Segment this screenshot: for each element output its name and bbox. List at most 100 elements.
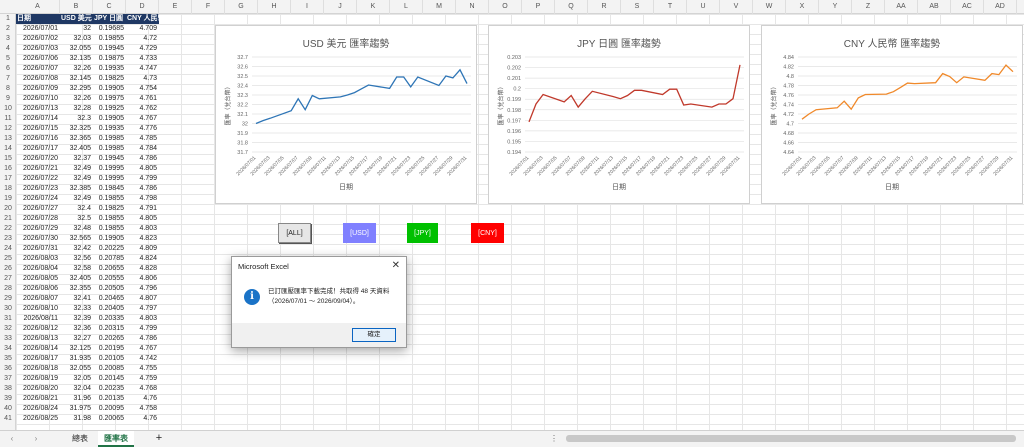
table-cell[interactable]: 2026/07/06 xyxy=(16,54,60,64)
row-header[interactable]: 8 xyxy=(0,84,16,94)
table-cell[interactable]: 32.325 xyxy=(60,124,93,134)
table-cell[interactable]: 2026/07/09 xyxy=(16,84,60,94)
table-cell[interactable]: 32.27 xyxy=(60,334,93,344)
table-cell[interactable]: 0.20065 xyxy=(93,414,126,424)
close-icon[interactable]: ✕ xyxy=(392,260,400,271)
table-cell[interactable]: 32.405 xyxy=(60,274,93,284)
table-cell[interactable]: 2026/08/21 xyxy=(16,394,60,404)
row-header[interactable]: 31 xyxy=(0,314,16,324)
row-header[interactable]: 12 xyxy=(0,124,16,134)
table-cell[interactable]: 31.935 xyxy=(60,354,93,364)
row-header[interactable]: 3 xyxy=(0,34,16,44)
table-cell[interactable]: 32.28 xyxy=(60,104,93,114)
table-cell[interactable]: 32.4 xyxy=(60,204,93,214)
row-header[interactable]: 39 xyxy=(0,394,16,404)
row-header[interactable]: 10 xyxy=(0,104,16,114)
table-cell[interactable]: 0.19845 xyxy=(93,184,126,194)
table-cell[interactable]: 2026/07/31 xyxy=(16,244,60,254)
column-header-K[interactable]: K xyxy=(357,0,390,14)
table-cell[interactable]: 0.19995 xyxy=(93,174,126,184)
table-cell[interactable]: 32.365 xyxy=(60,134,93,144)
table-cell[interactable]: 32.39 xyxy=(60,314,93,324)
table-cell[interactable]: 2026/07/03 xyxy=(16,44,60,54)
row-header[interactable]: 29 xyxy=(0,294,16,304)
table-cell[interactable]: 32.26 xyxy=(60,94,93,104)
row-header[interactable]: 25 xyxy=(0,254,16,264)
table-cell[interactable]: 0.19945 xyxy=(93,44,126,54)
table-cell[interactable]: 4.742 xyxy=(126,354,159,364)
chart-2[interactable]: CNY 人民幣 匯率趨勢 日期 4.84 4.82 4.8 4.78 4.76 4.74 4.7… xyxy=(761,25,1023,204)
column-header-R[interactable]: R xyxy=(588,0,621,14)
row-header[interactable]: 38 xyxy=(0,384,16,394)
row-header[interactable]: 27 xyxy=(0,274,16,284)
table-cell[interactable]: 4.805 xyxy=(126,164,159,174)
table-cell[interactable]: 2026/08/13 xyxy=(16,334,60,344)
horizontal-scrollbar[interactable] xyxy=(566,435,1016,442)
table-cell[interactable]: 32.04 xyxy=(60,384,93,394)
table-cell[interactable]: 4.729 xyxy=(126,44,159,54)
table-cell[interactable]: 2026/07/08 xyxy=(16,74,60,84)
table-cell[interactable]: 32.3 xyxy=(60,114,93,124)
table-cell[interactable]: 0.19905 xyxy=(93,234,126,244)
table-cell[interactable]: 32.405 xyxy=(60,144,93,154)
table-cell[interactable]: 32.355 xyxy=(60,284,93,294)
table-cell[interactable]: 2026/08/24 xyxy=(16,404,60,414)
table-cell[interactable]: 4.809 xyxy=(126,244,159,254)
table-cell[interactable]: 2026/07/23 xyxy=(16,184,60,194)
table-cell[interactable]: 0.20315 xyxy=(93,324,126,334)
table-cell[interactable]: 4.758 xyxy=(126,404,159,414)
column-header-T[interactable]: T xyxy=(654,0,687,14)
table-cell[interactable]: 2026/08/04 xyxy=(16,264,60,274)
table-cell[interactable]: 4.797 xyxy=(126,304,159,314)
table-cell[interactable]: 32.41 xyxy=(60,294,93,304)
table-cell[interactable]: 0.20225 xyxy=(93,244,126,254)
table-cell[interactable]: 2026/07/24 xyxy=(16,194,60,204)
table-cell[interactable]: 4.72 xyxy=(126,34,159,44)
filter-button-jpy[interactable]: [JPY] xyxy=(407,223,438,243)
table-cell[interactable]: 4.76 xyxy=(126,414,159,424)
table-cell[interactable]: 2026/08/07 xyxy=(16,294,60,304)
column-header-I[interactable]: I xyxy=(291,0,324,14)
column-header-P[interactable]: P xyxy=(522,0,555,14)
row-header[interactable]: 40 xyxy=(0,404,16,414)
tab-sheet1[interactable]: 總表 xyxy=(62,431,98,447)
table-cell[interactable]: 0.19855 xyxy=(93,224,126,234)
filter-button-cny[interactable]: [CNY] xyxy=(471,223,504,243)
row-header[interactable]: 13 xyxy=(0,134,16,144)
table-cell[interactable]: 4.823 xyxy=(126,234,159,244)
table-cell[interactable]: 0.19855 xyxy=(93,214,126,224)
table-cell[interactable]: 4.73 xyxy=(126,74,159,84)
row-header[interactable]: 16 xyxy=(0,164,16,174)
chart-0[interactable]: USD 美元 匯率趨勢 日期 32.7 32.6 32.5 32.4 32.3 32.2 32.… xyxy=(215,25,477,204)
table-cell[interactable]: 0.19905 xyxy=(93,84,126,94)
table-cell[interactable]: 4.747 xyxy=(126,64,159,74)
row-header[interactable]: 17 xyxy=(0,174,16,184)
table-cell[interactable]: 0.19925 xyxy=(93,104,126,114)
table-cell[interactable]: 4.767 xyxy=(126,344,159,354)
table-cell[interactable]: 2026/07/21 xyxy=(16,164,60,174)
table-cell[interactable]: 0.20145 xyxy=(93,374,126,384)
table-cell[interactable]: 0.19855 xyxy=(93,34,126,44)
row-header[interactable]: 23 xyxy=(0,234,16,244)
table-cell[interactable]: 0.19945 xyxy=(93,154,126,164)
row-header[interactable]: 21 xyxy=(0,214,16,224)
row-header[interactable]: 28 xyxy=(0,284,16,294)
table-cell[interactable]: 2026/08/18 xyxy=(16,364,60,374)
row-header[interactable]: 9 xyxy=(0,94,16,104)
table-cell[interactable]: 2026/07/07 xyxy=(16,64,60,74)
table-cell[interactable]: 2026/08/11 xyxy=(16,314,60,324)
table-cell[interactable]: 32.055 xyxy=(60,44,93,54)
table-cell[interactable]: 0.20465 xyxy=(93,294,126,304)
column-header-E[interactable]: E xyxy=(159,0,192,14)
table-cell[interactable]: 2026/07/22 xyxy=(16,174,60,184)
table-cell[interactable]: 0.19935 xyxy=(93,64,126,74)
table-cell[interactable]: 4.755 xyxy=(126,364,159,374)
row-header[interactable]: 37 xyxy=(0,374,16,384)
tab-sheet2[interactable]: 匯率表 xyxy=(98,431,134,447)
table-cell[interactable]: 32 xyxy=(60,24,93,34)
header-cell[interactable]: USD 美元 xyxy=(60,14,93,24)
table-cell[interactable]: 0.20785 xyxy=(93,254,126,264)
row-header[interactable]: 6 xyxy=(0,64,16,74)
row-header[interactable]: 34 xyxy=(0,344,16,354)
table-cell[interactable]: 32.42 xyxy=(60,244,93,254)
